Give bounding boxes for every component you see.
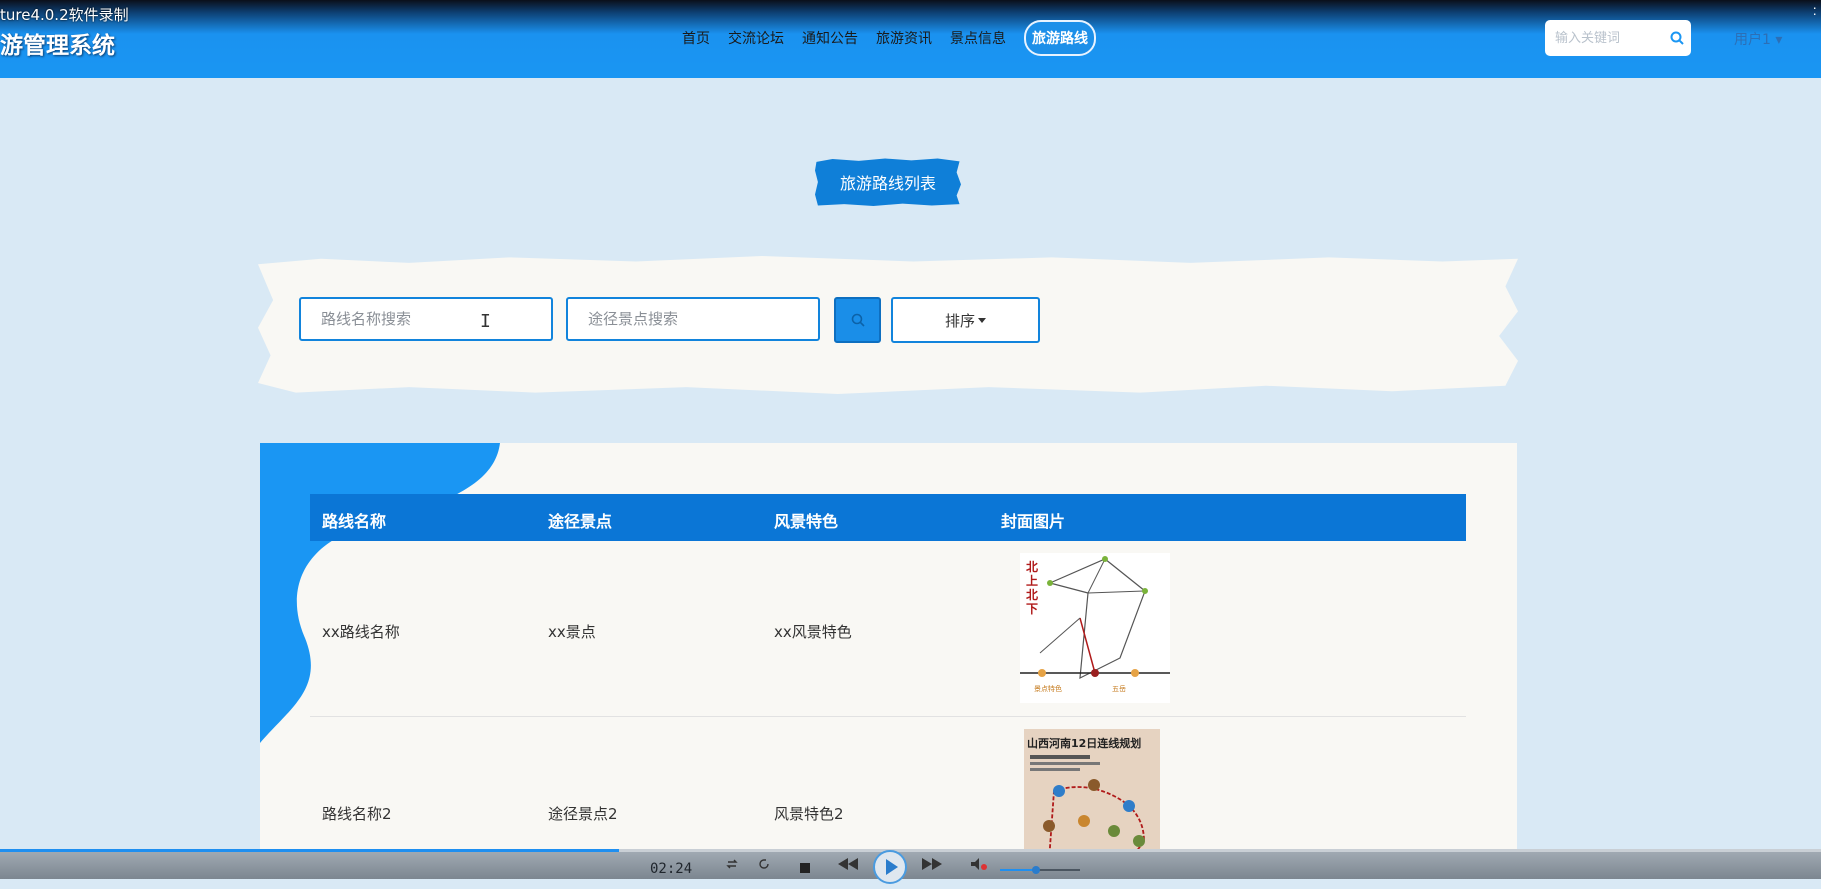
stop-icon[interactable]: [800, 860, 810, 878]
table-row[interactable]: xx路线名称 xx景点 xx风景特色 北 上 北 下 景点特色 五岳: [310, 541, 1466, 717]
user-menu[interactable]: 用户1 ▾: [1734, 29, 1782, 49]
play-button[interactable]: [873, 850, 907, 889]
chevron-down-icon: ▾: [1775, 32, 1783, 48]
column-feature: 风景特色: [774, 512, 839, 531]
progress-bar[interactable]: [0, 849, 1821, 852]
volume-slider[interactable]: [1000, 861, 1080, 879]
spot-field: [566, 297, 820, 341]
spot-search-input[interactable]: [568, 310, 818, 328]
svg-text:北: 北: [1026, 587, 1038, 602]
user-name: 用户1: [1734, 32, 1771, 48]
svg-text:上: 上: [1026, 573, 1038, 588]
progress-fill: [0, 849, 620, 852]
route-spots: 途径景点2: [548, 805, 618, 823]
page-title: 旅游路线列表: [815, 158, 961, 206]
more-icon: · ·: [1812, 0, 1817, 21]
table-header: 路线名称 途径景点 风景特色 封面图片: [310, 494, 1466, 541]
site-title: 游管理系统: [0, 33, 115, 59]
route-name: xx路线名称: [322, 623, 400, 641]
top-header: 游管理系统 首页 交流论坛 通知公告 旅游资讯 景点信息 旅游路线 用户1 ▾: [0, 0, 1821, 78]
nav-scenic-spots[interactable]: 景点信息: [950, 28, 1006, 48]
search-icon[interactable]: [1665, 26, 1689, 50]
caret-down-icon: [978, 317, 986, 323]
loop-icon[interactable]: [725, 857, 739, 876]
poster-title: 山西河南12日连线规划: [1027, 737, 1142, 750]
fast-forward-icon[interactable]: [920, 857, 944, 876]
search-button[interactable]: [834, 297, 881, 343]
svg-text:下: 下: [1026, 602, 1038, 616]
route-name-search-input[interactable]: [301, 310, 551, 328]
search-icon: [851, 313, 865, 327]
nav-forum[interactable]: 交流论坛: [728, 28, 784, 48]
header-search: [1545, 20, 1691, 56]
route-name: 路线名称2: [322, 805, 392, 823]
mute-icon[interactable]: [970, 857, 988, 876]
nav-travel-news[interactable]: 旅游资讯: [876, 28, 932, 48]
rotate-icon[interactable]: [757, 857, 771, 876]
sort-label: 排序: [944, 311, 975, 330]
svg-text:五岳: 五岳: [1112, 685, 1126, 693]
nav-travel-routes[interactable]: 旅游路线: [1024, 20, 1096, 56]
route-feature: xx风景特色: [774, 623, 852, 641]
route-spots: xx景点: [548, 623, 596, 641]
nav-home[interactable]: 首页: [682, 28, 710, 48]
route-table-card: 路线名称 途径景点 风景特色 封面图片 xx路线名称 xx景点 xx风景特色 北…: [260, 443, 1517, 879]
column-route-name: 路线名称: [322, 512, 387, 531]
rewind-icon[interactable]: [836, 857, 860, 876]
route-name-field: [299, 297, 553, 341]
route-feature: 风景特色2: [774, 805, 844, 823]
nav-notices[interactable]: 通知公告: [802, 28, 858, 48]
sort-dropdown[interactable]: 排序: [891, 297, 1040, 343]
video-player-bar: 02:24: [0, 849, 1821, 884]
svg-text:景点特色: 景点特色: [1034, 684, 1062, 693]
text-cursor-icon: I: [480, 311, 491, 332]
svg-text:北: 北: [1026, 559, 1038, 574]
column-spots: 途径景点: [548, 512, 613, 531]
column-cover: 封面图片: [1001, 512, 1066, 531]
route-map-image[interactable]: 北 上 北 下 景点特色 五岳: [1020, 553, 1170, 703]
playback-time: 02:24: [650, 861, 693, 877]
header-search-input[interactable]: [1553, 29, 1665, 47]
main-nav: 首页 交流论坛 通知公告 旅游资讯 景点信息 旅游路线: [682, 20, 1114, 56]
recorder-watermark: ture4.0.2软件录制: [0, 6, 129, 24]
